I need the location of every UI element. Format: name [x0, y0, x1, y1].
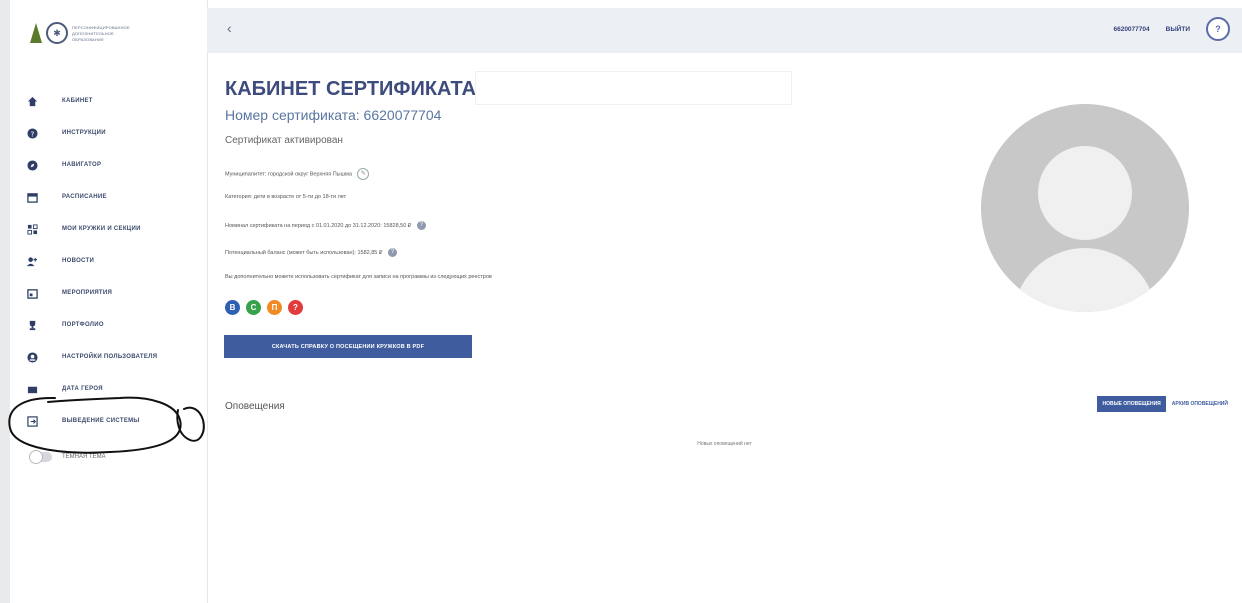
sidebar-item-label: ИНСТРУКЦИИ	[62, 130, 106, 136]
download-pdf-button[interactable]: СКАЧАТЬ СПРАВКУ О ПОСЕЩЕНИИ КРУЖКОВ В PD…	[224, 335, 472, 358]
avatar[interactable]	[981, 104, 1189, 312]
sidebar-item-cabinet[interactable]: КАБИНЕТ	[10, 85, 207, 117]
sidebar-item-label: МОИ КРУЖКИ И СЕКЦИИ	[62, 226, 141, 232]
sidebar-item-label: НАСТРОЙКИ ПОЛЬЗОВАТЕЛЯ	[62, 354, 158, 360]
sidebar-item-user-settings[interactable]: НАСТРОЙКИ ПОЛЬЗОВАТЕЛЯ	[10, 341, 207, 373]
help-icon[interactable]: ?	[1206, 17, 1230, 41]
nominal-line: Номинал сертификата на период с 01.01.20…	[225, 221, 426, 230]
balance-line: Потенциальный баланс (может быть использ…	[225, 248, 397, 257]
groups-icon	[26, 223, 38, 235]
certificate-status: Сертификат активирован	[225, 135, 343, 146]
registry-dot-green-icon[interactable]: С	[246, 300, 261, 315]
events-icon	[26, 287, 38, 299]
sidebar-item-news[interactable]: НОВОСТИ	[10, 245, 207, 277]
hero-icon	[26, 383, 38, 395]
toggle-track	[29, 450, 52, 464]
logo-line: ПЕРСОНИФИЦИРОВАННОЕ	[72, 24, 130, 30]
sidebar-item-portfolio[interactable]: ПОРТФОЛИО	[10, 309, 207, 341]
balance-text: Потенциальный баланс (может быть использ…	[225, 249, 383, 256]
page: ✱ ПЕРСОНИФИЦИРОВАННОЕ ДОПОЛНИТЕЛЬНОЕ ОБР…	[0, 0, 1242, 603]
top-bar-actions: 6620077704 ВЫЙТИ ?	[1113, 17, 1230, 41]
notifications-title: Оповещения	[225, 401, 285, 412]
tree-logo-icon	[30, 23, 42, 43]
exit-system-icon	[26, 415, 38, 427]
sidebar-nav: КАБИНЕТ ? ИНСТРУКЦИИ НАВИГАТОР РАСПИСАНИ…	[10, 85, 207, 437]
emblem-logo-icon: ✱	[46, 22, 68, 44]
sidebar-item-label: ДАТА ГЕРОЯ	[62, 386, 103, 392]
sidebar-item-schedule[interactable]: РАСПИСАНИЕ	[10, 181, 207, 213]
page-title: КАБИНЕТ СЕРТИФИКАТА:	[225, 78, 483, 100]
account-number-link[interactable]: 6620077704	[1113, 26, 1149, 33]
question-icon: ?	[26, 127, 38, 139]
registry-dot-orange-icon[interactable]: П	[267, 300, 282, 315]
sidebar-item-hero-date[interactable]: ДАТА ГЕРОЯ	[10, 373, 207, 405]
avatar-head	[1038, 146, 1132, 240]
news-icon	[26, 255, 38, 267]
tab-archive-notifications[interactable]: АРХИВ ОПОВЕЩЕНИЙ	[1172, 401, 1228, 407]
home-icon	[26, 95, 38, 107]
nominal-text: Номинал сертификата на период с 01.01.20…	[225, 222, 412, 229]
no-notifications-text: Новых оповещений нет	[697, 441, 752, 447]
tab-new-notifications[interactable]: НОВЫЕ ОПОВЕЩЕНИЯ	[1097, 396, 1166, 412]
registries-note: Вы дополнительно можете использовать сер…	[225, 274, 492, 280]
logo[interactable]: ✱ ПЕРСОНИФИЦИРОВАННОЕ ДОПОЛНИТЕЛЬНОЕ ОБР…	[30, 22, 130, 44]
sidebar-item-events[interactable]: МЕРОПРИЯТИЯ	[10, 277, 207, 309]
logout-link[interactable]: ВЫЙТИ	[1166, 26, 1190, 33]
registry-dots: В С П ?	[225, 300, 303, 315]
notification-tabs: НОВЫЕ ОПОВЕЩЕНИЯ АРХИВ ОПОВЕЩЕНИЙ	[1097, 396, 1228, 412]
sidebar-item-exit-system[interactable]: ВЫВЕДЕНИЕ СИСТЕМЫ	[10, 405, 207, 437]
svg-text:?: ?	[30, 129, 34, 138]
sidebar-item-label: РАСПИСАНИЕ	[62, 194, 107, 200]
sidebar-item-label: МЕРОПРИЯТИЯ	[62, 290, 113, 296]
info-icon[interactable]: ?	[387, 248, 397, 257]
registry-dot-red-icon[interactable]: ?	[288, 300, 303, 315]
calendar-icon	[26, 191, 38, 203]
avatar-body	[1013, 248, 1157, 312]
window-edge	[0, 0, 10, 603]
municipality-text: Муниципалитет: городской округ Верхняя П…	[225, 171, 352, 178]
logo-line: ОБРАЗОВАНИЕ	[72, 36, 105, 42]
municipality-line: Муниципалитет: городской округ Верхняя П…	[225, 168, 370, 180]
dark-theme-toggle[interactable]: ТЁМНАЯ ТЕМА	[29, 450, 106, 464]
trophy-icon	[26, 319, 38, 331]
logo-line: ДОПОЛНИТЕЛЬНОЕ	[72, 30, 114, 36]
compass-icon	[26, 159, 38, 171]
back-arrow-icon[interactable]: ‹	[227, 20, 232, 36]
top-bar: ‹ 6620077704 ВЫЙТИ ?	[207, 8, 1242, 53]
sidebar-item-label: НОВОСТИ	[62, 258, 95, 264]
sidebar-item-label: ПОРТФОЛИО	[62, 322, 104, 328]
logo-text: ПЕРСОНИФИЦИРОВАННОЕ ДОПОЛНИТЕЛЬНОЕ ОБРАЗ…	[72, 25, 130, 42]
user-settings-icon	[26, 351, 38, 363]
edit-icon[interactable]: ✎	[357, 168, 370, 180]
sidebar-item-my-clubs[interactable]: МОИ КРУЖКИ И СЕКЦИИ	[10, 213, 207, 245]
registry-dot-blue-icon[interactable]: В	[225, 300, 240, 315]
certificate-number: Номер сертификата: 6620077704	[225, 107, 442, 123]
sidebar-item-label: КАБИНЕТ	[62, 98, 93, 104]
category-line: Категория: дети в возрасте от 5-ти до 18…	[225, 194, 347, 200]
toggle-knob	[29, 450, 43, 464]
sidebar: ✱ ПЕРСОНИФИЦИРОВАННОЕ ДОПОЛНИТЕЛЬНОЕ ОБР…	[10, 0, 208, 603]
info-icon[interactable]: ?	[416, 221, 426, 230]
sidebar-item-navigator[interactable]: НАВИГАТОР	[10, 149, 207, 181]
redacted-name-box	[475, 71, 792, 105]
toggle-label: ТЁМНАЯ ТЕМА	[62, 454, 106, 460]
main-content: КАБИНЕТ СЕРТИФИКАТА: Номер сертификата: …	[207, 53, 1242, 603]
sidebar-item-instructions[interactable]: ? ИНСТРУКЦИИ	[10, 117, 207, 149]
sidebar-item-label: НАВИГАТОР	[62, 162, 102, 168]
sidebar-item-label: ВЫВЕДЕНИЕ СИСТЕМЫ	[62, 418, 140, 424]
